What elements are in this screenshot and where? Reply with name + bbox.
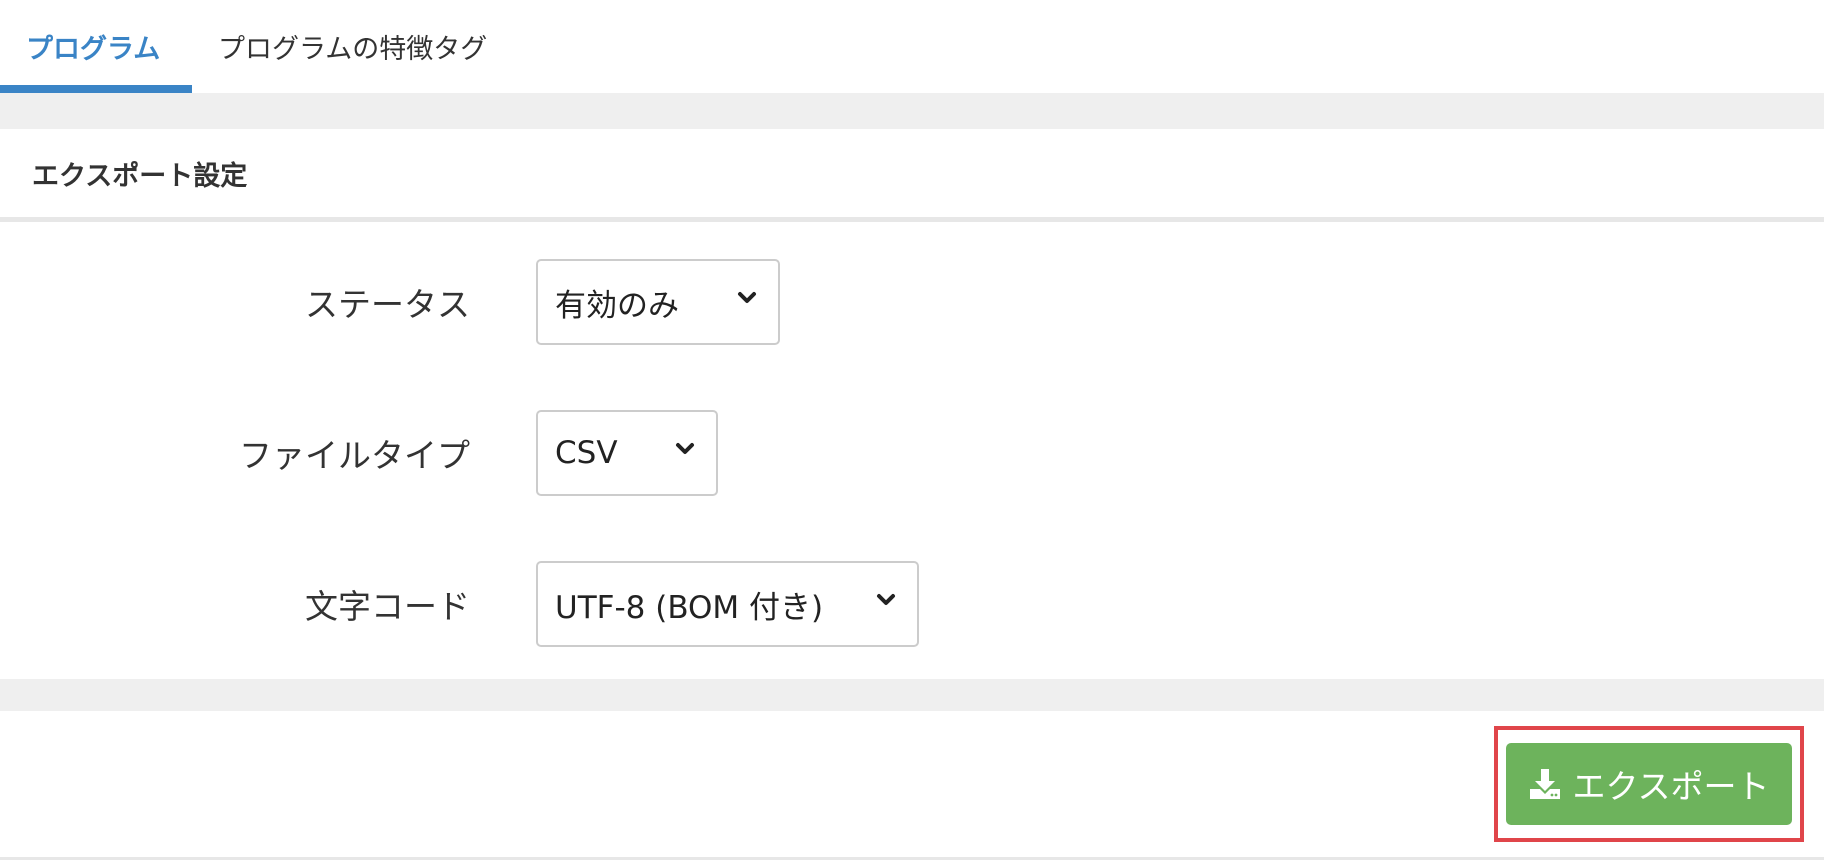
download-icon bbox=[1530, 769, 1561, 799]
section-gap bbox=[0, 93, 1824, 129]
file-type-label: ファイルタイプ bbox=[239, 436, 470, 475]
panel-header: エクスポート設定 bbox=[0, 129, 1824, 222]
tab-program[interactable]: プログラム bbox=[0, 0, 192, 93]
file-type-select-value: CSV bbox=[555, 435, 618, 471]
chevron-down-icon bbox=[738, 292, 756, 303]
charset-select[interactable]: UTF-8 (BOM 付き) bbox=[536, 561, 919, 647]
export-settings-form: ステータス 有効のみ ファイルタイプ CSV 文字コード UTF-8 (BOM … bbox=[0, 227, 1824, 679]
tab-program-feature-tags-label: プログラムの特徴タグ bbox=[218, 34, 488, 65]
status-label: ステータス bbox=[305, 285, 470, 324]
chevron-down-icon bbox=[676, 443, 694, 454]
status-select-value: 有効のみ bbox=[555, 287, 679, 324]
tab-program-feature-tags[interactable]: プログラムの特徴タグ bbox=[192, 0, 487, 93]
status-select[interactable]: 有効のみ bbox=[536, 259, 780, 345]
panel-title: エクスポート設定 bbox=[32, 160, 248, 192]
tab-program-label: プログラム bbox=[26, 34, 161, 65]
charset-label: 文字コード bbox=[305, 587, 470, 626]
section-gap bbox=[0, 679, 1824, 711]
tab-bar: プログラム プログラムの特徴タグ bbox=[0, 0, 1824, 93]
form-row-charset: 文字コード UTF-8 (BOM 付き) bbox=[0, 561, 1824, 647]
form-row-file-type: ファイルタイプ CSV bbox=[0, 410, 1824, 496]
chevron-down-icon bbox=[877, 594, 895, 605]
charset-select-value: UTF-8 (BOM 付き) bbox=[555, 589, 824, 626]
export-button-label: エクスポート bbox=[1572, 767, 1770, 806]
panel-footer: エクスポート bbox=[0, 711, 1824, 860]
file-type-select[interactable]: CSV bbox=[536, 410, 718, 496]
form-row-status: ステータス 有効のみ bbox=[0, 259, 1824, 345]
export-button[interactable]: エクスポート bbox=[1506, 743, 1792, 825]
